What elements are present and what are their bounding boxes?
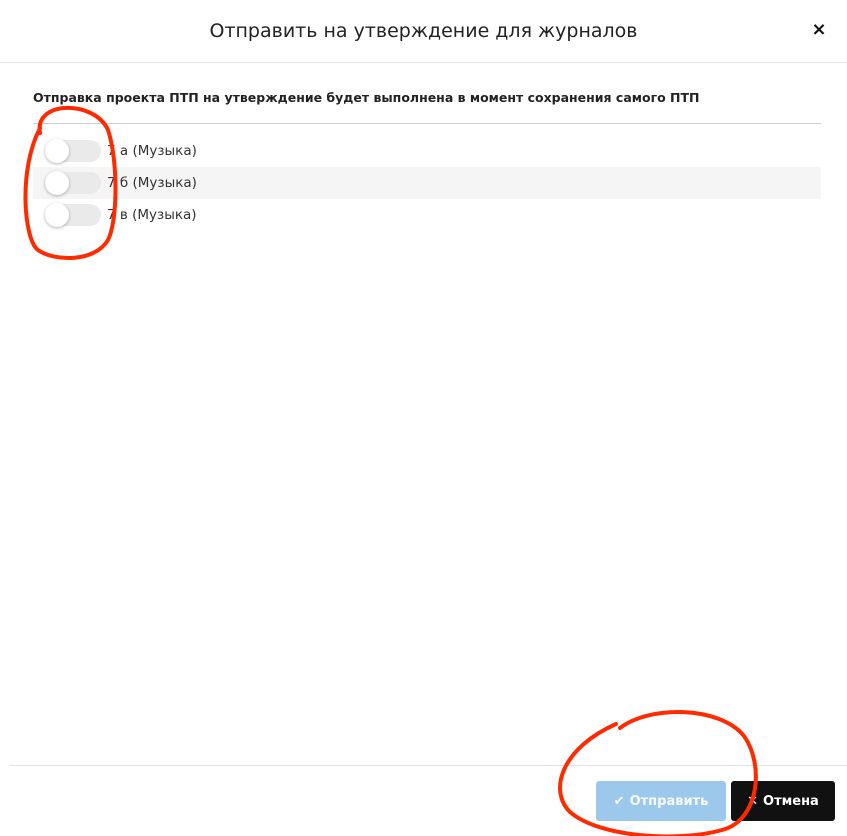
journal-toggle[interactable] [45, 203, 101, 227]
close-icon: ✕ [747, 793, 759, 809]
journal-label: 7 б (Музыка) [107, 175, 197, 191]
send-button[interactable]: ✔ Отправить [596, 781, 726, 821]
check-icon: ✔ [613, 793, 625, 809]
journal-label: 7 в (Музыка) [107, 207, 197, 223]
modal-header: Отправить на утверждение для журналов × [0, 0, 847, 63]
footer-divider [10, 765, 847, 766]
modal-title: Отправить на утверждение для журналов [209, 20, 638, 42]
journal-toggle[interactable] [45, 139, 101, 163]
journal-row: 7 в (Музыка) [33, 199, 821, 231]
journal-list: 7 а (Музыка) 7 б (Музыка) 7 в (Музыка) [33, 135, 821, 231]
send-label: Отправить [629, 793, 709, 809]
journal-row: 7 а (Музыка) [33, 135, 821, 167]
annotation-overlay [23, 105, 758, 836]
cancel-button[interactable]: ✕ Отмена [731, 781, 835, 821]
cancel-label: Отмена [763, 793, 819, 809]
close-icon[interactable]: × [811, 20, 827, 40]
toggle-knob [45, 139, 69, 163]
toggle-knob [45, 203, 69, 227]
journal-label: 7 а (Музыка) [107, 143, 197, 159]
notice-text: Отправка проекта ПТП на утверждение буде… [33, 90, 700, 105]
journal-toggle[interactable] [45, 171, 101, 195]
divider [33, 123, 821, 124]
toggle-knob [45, 171, 69, 195]
journal-row: 7 б (Музыка) [33, 167, 821, 199]
